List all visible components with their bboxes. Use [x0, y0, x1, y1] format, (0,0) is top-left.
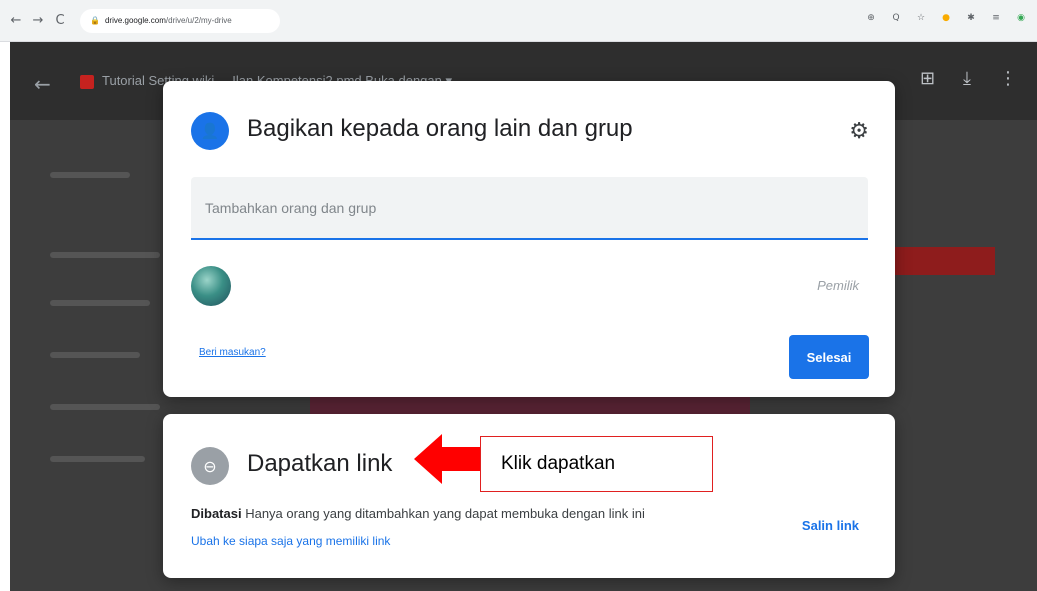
annotation-arrow-icon: [414, 434, 480, 484]
add-to-drive-icon[interactable]: ⊞: [920, 68, 935, 89]
lock-icon: 🔒: [90, 16, 100, 25]
copy-link-button[interactable]: Salin link: [802, 518, 859, 533]
reading-list-icon[interactable]: ≡: [990, 12, 1002, 24]
change-access-link[interactable]: Ubah ke siapa saja yang memiliki link: [191, 534, 390, 548]
browser-toolbar: ← → C 🔒 drive.google.com /drive/u/2/my-d…: [0, 0, 1037, 42]
avatar: [191, 266, 231, 306]
background-placeholder: [50, 352, 140, 358]
add-people-input[interactable]: [191, 177, 868, 238]
owner-role-label: Pemilik: [817, 278, 859, 293]
back-icon[interactable]: ←: [6, 11, 26, 31]
add-people-field[interactable]: [191, 177, 868, 240]
reload-icon[interactable]: C: [50, 11, 70, 31]
zoom-icon[interactable]: Q: [890, 12, 902, 24]
done-button[interactable]: Selesai: [789, 335, 869, 379]
nav-buttons: ← → C: [6, 11, 70, 31]
share-dialog-title: Bagikan kepada orang lain dan grup: [247, 115, 633, 142]
get-link-title[interactable]: Dapatkan link: [247, 450, 392, 478]
profile-avatar-icon[interactable]: ◉: [1015, 12, 1027, 24]
viewer-back-icon[interactable]: ←: [34, 72, 51, 96]
extension-icons: ⊕ Q ☆ ● ✱ ≡ ◉: [865, 12, 1027, 24]
share-dialog: 👤 Bagikan kepada orang lain dan grup ⚙ P…: [163, 81, 895, 397]
background-placeholder: [50, 404, 160, 410]
annotation-callout: Klik dapatkan: [480, 436, 713, 492]
feedback-link[interactable]: Beri masukan?: [199, 347, 266, 358]
download-icon[interactable]: ⤓: [963, 68, 971, 89]
url-host: drive.google.com: [104, 16, 166, 25]
viewer-actions: ⊞ ⤓ ⋮: [920, 68, 1017, 89]
access-level-label: Dibatasi: [191, 506, 242, 521]
more-options-icon[interactable]: ⋮: [999, 68, 1017, 89]
pdf-file-icon: [80, 75, 94, 89]
forward-icon[interactable]: →: [28, 11, 48, 31]
url-path: /drive/u/2/my-drive: [165, 16, 232, 25]
extension-puzzle-icon[interactable]: ✱: [965, 12, 977, 24]
link-icon: ⊖: [191, 447, 229, 485]
background-placeholder: [50, 300, 150, 306]
extension-icon-orange[interactable]: ●: [940, 12, 952, 24]
background-placeholder: [50, 252, 160, 258]
add-person-icon: 👤: [191, 112, 229, 150]
address-bar[interactable]: 🔒 drive.google.com /drive/u/2/my-drive: [80, 8, 280, 33]
background-placeholder: [50, 172, 130, 178]
bookmark-star-icon[interactable]: ☆: [915, 12, 927, 24]
access-description: Dibatasi Hanya orang yang ditambahkan ya…: [191, 506, 645, 521]
background-placeholder: [50, 456, 145, 462]
access-description-text: Hanya orang yang ditambahkan yang dapat …: [245, 506, 645, 521]
gear-icon[interactable]: ⚙: [849, 119, 869, 144]
extension-icon-1[interactable]: ⊕: [865, 12, 877, 24]
